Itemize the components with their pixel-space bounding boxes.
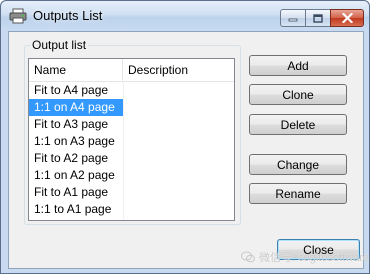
add-button[interactable]: Add: [249, 55, 347, 76]
table-row[interactable]: 1:1 on A4 page: [29, 99, 234, 116]
group-label: Output list: [30, 38, 89, 52]
column-header-name[interactable]: Name: [29, 59, 123, 81]
window-title: Outputs List: [33, 8, 103, 23]
table-row[interactable]: Fit to A4 page: [29, 82, 234, 99]
close-window-button[interactable]: [330, 9, 364, 27]
table-row[interactable]: Fit to A1 page: [29, 184, 234, 201]
row-name-cell: 1:1 to A1 page: [34, 202, 112, 216]
column-header-description[interactable]: Description: [123, 59, 234, 81]
listview-header: Name Description: [29, 59, 234, 82]
printer-icon: [9, 8, 27, 24]
output-list-group: Output list Name Description Fit to A4 p…: [24, 38, 241, 225]
close-icon: [341, 13, 353, 23]
row-description-cell: [124, 167, 234, 184]
row-name-cell: Fit to A4 page: [34, 83, 109, 97]
wechat-icon: [241, 251, 255, 263]
delete-button[interactable]: Delete: [249, 114, 347, 135]
table-row[interactable]: Fit to A3 page: [29, 116, 234, 133]
rename-button[interactable]: Rename: [249, 183, 347, 204]
title-bar[interactable]: Outputs List: [1, 1, 369, 31]
row-description-cell: [124, 184, 234, 201]
row-description-cell: [124, 116, 234, 133]
minimize-button[interactable]: [280, 9, 306, 27]
minimize-icon: [288, 18, 298, 22]
row-description-cell: [124, 82, 234, 99]
row-name-cell: 1:1 on A4 page: [29, 99, 123, 116]
row-description-cell: [124, 133, 234, 150]
table-row[interactable]: 1:1 on A3 page: [29, 133, 234, 150]
row-name-cell: 1:1 on A3 page: [34, 134, 115, 148]
table-row[interactable]: Fit to A2 page: [29, 150, 234, 167]
table-row[interactable]: 1:1 on A2 page: [29, 167, 234, 184]
change-button[interactable]: Change: [249, 154, 347, 175]
row-name-cell: Fit to A3 page: [34, 117, 109, 131]
listview-body: Fit to A4 page 1:1 on A4 page Fit to A3 pa…: [29, 82, 234, 218]
maximize-button[interactable]: [305, 9, 331, 27]
row-description-cell: [124, 99, 234, 116]
row-name-cell: Fit to A1 page: [34, 185, 109, 199]
outputs-list-window: Outputs List Output list Name Descriptio…: [0, 0, 370, 274]
row-name-cell: 1:1 on A2 page: [34, 168, 115, 182]
table-row[interactable]: 1:1 to A1 page: [29, 201, 234, 218]
row-description-cell: [124, 201, 234, 218]
dialog-client-area: Output list Name Description Fit to A4 p…: [8, 31, 364, 269]
row-name-cell: Fit to A2 page: [34, 151, 109, 165]
outputs-listview[interactable]: Name Description Fit to A4 page 1:1 on A4…: [28, 58, 235, 221]
clone-button[interactable]: Clone: [249, 84, 347, 105]
watermark-text: 微信号: cogitosoftware: [259, 252, 370, 264]
maximize-icon: [313, 13, 323, 23]
row-description-cell: [124, 150, 234, 167]
watermark: 微信号: cogitosoftware: [241, 249, 369, 265]
